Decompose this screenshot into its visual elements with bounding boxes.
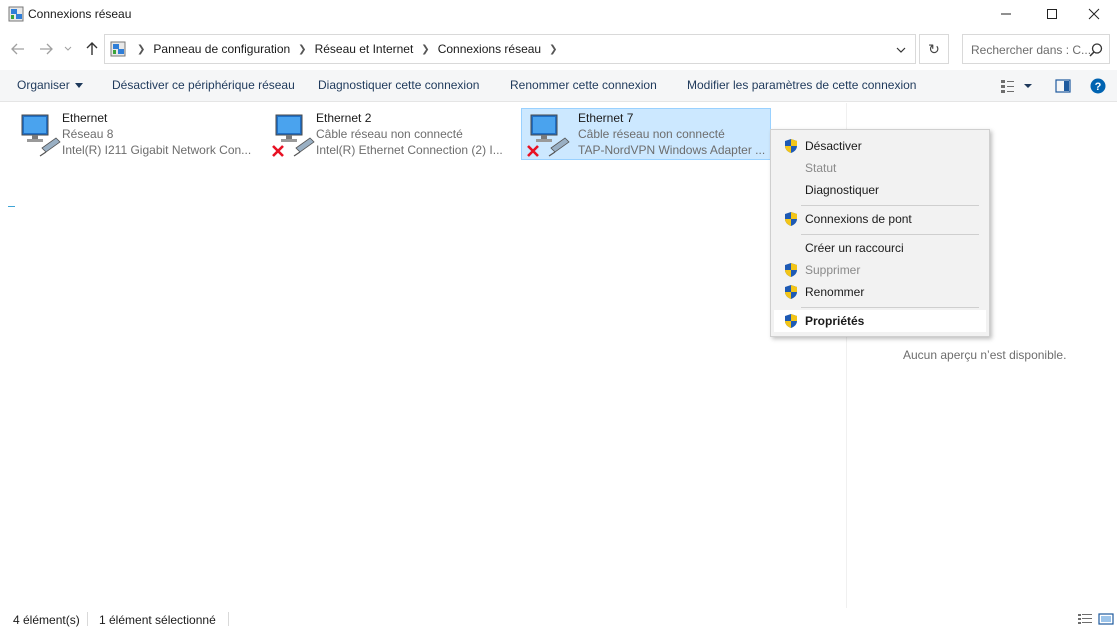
details-view-icon[interactable] bbox=[1077, 611, 1093, 627]
chevron-down-icon bbox=[64, 46, 72, 51]
recent-locations-button[interactable] bbox=[62, 40, 74, 58]
connection-status: Câble réseau non connecté bbox=[578, 127, 725, 141]
change-settings-button[interactable]: Modifier les paramètres de cette connexi… bbox=[687, 78, 916, 92]
forward-arrow-icon bbox=[40, 43, 53, 55]
menu-separator bbox=[801, 234, 979, 235]
chevron-right-icon[interactable]: ❯ bbox=[549, 44, 557, 55]
status-bar: 4 élément(s) 1 élément sélectionné bbox=[0, 608, 1117, 629]
status-divider bbox=[87, 612, 88, 626]
uac-shield-icon bbox=[785, 314, 797, 328]
minimize-button[interactable] bbox=[983, 0, 1029, 28]
connection-item-ethernet-7[interactable]: Ethernet 7 Câble réseau non connecté TAP… bbox=[521, 108, 771, 160]
uac-shield-icon bbox=[785, 139, 797, 153]
uac-shield-icon bbox=[785, 285, 797, 299]
focus-marker bbox=[8, 206, 15, 207]
maximize-icon bbox=[1047, 9, 1057, 19]
breadcrumb: ❯ Panneau de configuration ❯ Réseau et I… bbox=[129, 35, 565, 63]
menu-item-label: Statut bbox=[805, 161, 837, 175]
chevron-right-icon[interactable]: ❯ bbox=[298, 44, 306, 55]
large-icons-view-icon[interactable] bbox=[1098, 611, 1114, 627]
chevron-right-icon[interactable]: ❯ bbox=[137, 44, 145, 55]
chevron-right-icon[interactable]: ❯ bbox=[421, 44, 429, 55]
network-connections-icon bbox=[110, 41, 126, 57]
selected-count: 1 élément sélectionné bbox=[99, 613, 216, 627]
up-arrow-icon bbox=[86, 42, 98, 55]
menu-item-rename[interactable]: Renommer bbox=[774, 281, 986, 303]
menu-item-label: Créer un raccourci bbox=[805, 241, 904, 255]
connection-name: Ethernet 7 bbox=[578, 111, 634, 125]
menu-separator bbox=[801, 205, 979, 206]
address-history-button[interactable] bbox=[893, 42, 909, 58]
minimize-icon bbox=[1001, 13, 1011, 15]
diagnose-connection-button[interactable]: Diagnostiquer cette connexion bbox=[318, 78, 479, 92]
context-menu: Désactiver Statut Diagnostiquer Connexio… bbox=[770, 129, 990, 337]
connection-device: TAP-NordVPN Windows Adapter ... bbox=[578, 143, 766, 157]
breadcrumb-network-internet[interactable]: Réseau et Internet bbox=[315, 42, 414, 56]
chevron-down-icon bbox=[896, 47, 906, 53]
menu-item-properties[interactable]: Propriétés bbox=[774, 310, 986, 332]
refresh-icon: ↻ bbox=[928, 40, 940, 57]
network-adapter-disconnected-icon bbox=[272, 114, 315, 157]
menu-item-disable[interactable]: Désactiver bbox=[774, 135, 986, 157]
disable-device-button[interactable]: Désactiver ce périphérique réseau bbox=[112, 78, 295, 92]
command-bar: Organiser Désactiver ce périphérique rés… bbox=[0, 70, 1117, 102]
up-button[interactable] bbox=[83, 40, 101, 58]
organize-menu[interactable]: Organiser bbox=[17, 78, 83, 92]
menu-item-create-shortcut[interactable]: Créer un raccourci bbox=[774, 237, 986, 259]
breadcrumb-network-connections[interactable]: Connexions réseau bbox=[438, 42, 541, 56]
uac-shield-icon bbox=[785, 263, 797, 277]
close-button[interactable] bbox=[1071, 0, 1117, 28]
network-connections-icon bbox=[8, 6, 24, 22]
connection-item-ethernet[interactable]: Ethernet Réseau 8 Intel(R) I211 Gigabit … bbox=[12, 108, 262, 160]
status-divider bbox=[228, 612, 229, 626]
connection-name: Ethernet 2 bbox=[316, 111, 372, 125]
menu-item-label: Connexions de pont bbox=[805, 212, 912, 226]
connection-device: Intel(R) Ethernet Connection (2) I... bbox=[316, 143, 503, 157]
search-input[interactable]: Rechercher dans : C... bbox=[962, 34, 1110, 64]
item-count: 4 élément(s) bbox=[13, 613, 80, 627]
menu-item-label: Propriétés bbox=[805, 314, 865, 328]
network-adapter-icon bbox=[21, 114, 61, 157]
search-placeholder: Rechercher dans : C... bbox=[971, 43, 1092, 57]
navigation-bar: ❯ Panneau de configuration ❯ Réseau et I… bbox=[0, 32, 1117, 66]
connection-item-ethernet-2[interactable]: Ethernet 2 Câble réseau non connecté Int… bbox=[266, 108, 516, 160]
preview-pane-icon[interactable] bbox=[1055, 78, 1071, 94]
change-view-icon[interactable] bbox=[1000, 78, 1016, 94]
menu-item-label: Renommer bbox=[805, 285, 865, 299]
menu-item-bridge-connections[interactable]: Connexions de pont bbox=[774, 208, 986, 230]
menu-item-label: Désactiver bbox=[805, 139, 862, 153]
organize-label: Organiser bbox=[17, 78, 70, 92]
refresh-button[interactable]: ↻ bbox=[919, 34, 949, 64]
forward-button[interactable] bbox=[37, 40, 55, 58]
uac-shield-icon bbox=[785, 212, 797, 226]
menu-item-label: Diagnostiquer bbox=[805, 183, 880, 197]
rename-connection-button[interactable]: Renommer cette connexion bbox=[510, 78, 657, 92]
breadcrumb-control-panel[interactable]: Panneau de configuration bbox=[153, 42, 290, 56]
help-icon[interactable]: ? bbox=[1090, 78, 1106, 94]
caret-down-icon bbox=[74, 83, 83, 89]
menu-item-diagnose[interactable]: Diagnostiquer bbox=[774, 179, 986, 201]
connection-status: Réseau 8 bbox=[62, 127, 114, 141]
network-adapter-disconnected-icon bbox=[527, 114, 570, 157]
svg-text:?: ? bbox=[1095, 81, 1102, 93]
menu-item-status: Statut bbox=[774, 157, 986, 179]
menu-separator bbox=[801, 307, 979, 308]
back-button[interactable] bbox=[9, 40, 27, 58]
search-icon[interactable] bbox=[1088, 42, 1104, 58]
connection-status: Câble réseau non connecté bbox=[316, 127, 463, 141]
preview-pane-message: Aucun aperçu n’est disponible. bbox=[903, 348, 1067, 362]
connection-device: Intel(R) I211 Gigabit Network Con... bbox=[62, 143, 252, 157]
view-options-dropdown-icon[interactable] bbox=[1022, 78, 1034, 94]
back-arrow-icon bbox=[11, 43, 24, 55]
window-title: Connexions réseau bbox=[28, 7, 132, 21]
title-bar: Connexions réseau bbox=[0, 0, 1117, 30]
address-bar[interactable]: ❯ Panneau de configuration ❯ Réseau et I… bbox=[104, 34, 916, 64]
menu-item-label: Supprimer bbox=[805, 263, 861, 277]
connection-name: Ethernet bbox=[62, 111, 108, 125]
maximize-button[interactable] bbox=[1029, 0, 1075, 28]
menu-item-delete: Supprimer bbox=[774, 259, 986, 281]
close-icon bbox=[1088, 8, 1100, 20]
